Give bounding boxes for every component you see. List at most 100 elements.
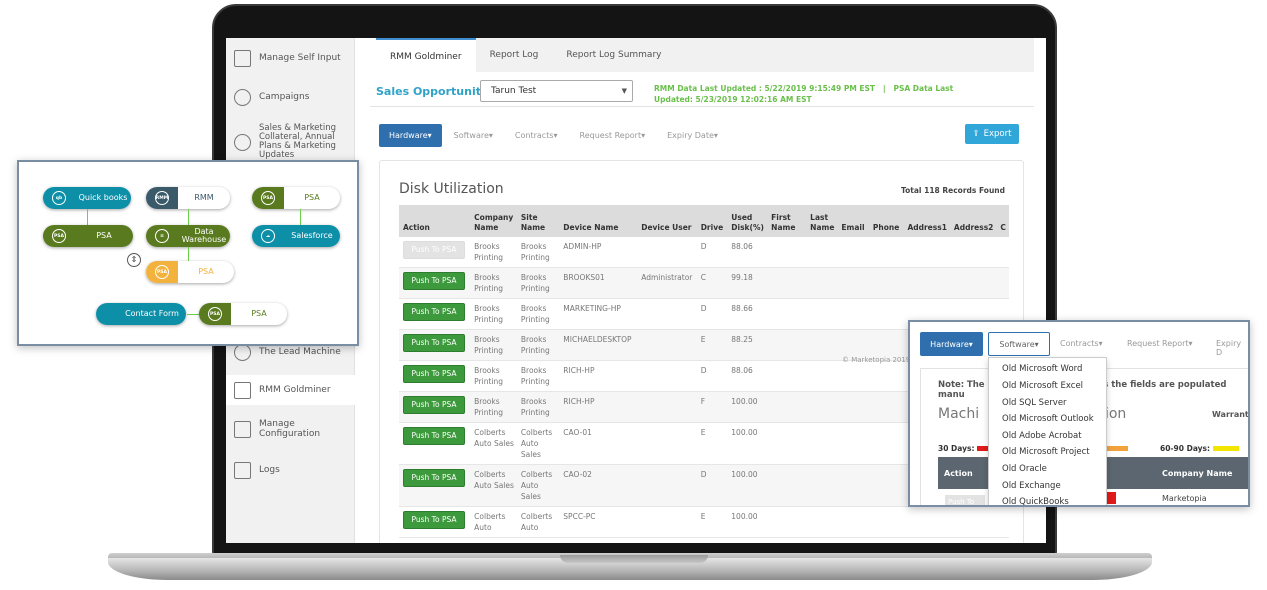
address1-cell <box>903 506 950 538</box>
last-name-cell <box>806 464 838 507</box>
col-header[interactable]: Device Name <box>559 205 638 237</box>
sidebar-item-rmm-goldminer[interactable]: RMM Goldminer <box>226 375 355 405</box>
tab-report-log-summary[interactable]: Report Log Summary <box>552 38 675 72</box>
dropdown-item[interactable]: Old Microsoft Outlook <box>1002 414 1094 424</box>
col-header[interactable]: Address1 <box>903 205 950 237</box>
filter-software[interactable]: Software▾ <box>444 124 503 147</box>
sidebar-item-manage-self-input[interactable]: Manage Self Input <box>226 46 355 70</box>
push-to-psa-button[interactable]: Push To PSA <box>403 272 465 290</box>
col-header[interactable]: C <box>996 205 1009 237</box>
address2-cell <box>949 506 997 538</box>
filter-software[interactable]: Software▾ <box>988 332 1050 356</box>
psa-icon: PSA <box>261 191 275 205</box>
filter-hardware[interactable]: Hardware▾ <box>920 332 983 356</box>
col-header[interactable]: Device User <box>637 205 697 237</box>
device-cell: CAO-01 <box>559 422 638 465</box>
col-header[interactable]: Used Disk(%) <box>727 205 768 237</box>
phone-cell <box>868 506 904 538</box>
quickbooks-icon: qb <box>52 191 66 205</box>
dropdown-item[interactable]: Old QuickBooks <box>1002 497 1069 505</box>
sidebar-item-label: Manage Self Input <box>259 53 341 63</box>
site-cell: Brooks Printing <box>516 237 560 268</box>
title-start: Machi <box>938 406 980 422</box>
sidebar-item-label: Sales & Marketing Collateral, Annual Pla… <box>259 123 337 160</box>
push-to-psa-button[interactable]: Push To PSA <box>403 334 465 352</box>
sidebar-item-manage-configuration[interactable]: Manage Configuration <box>226 418 355 440</box>
address1-cell <box>903 267 950 299</box>
company-cell: Colberts Auto <box>470 506 517 538</box>
address2-cell <box>949 237 997 268</box>
dropdown-item[interactable]: Old Microsoft Excel <box>1002 381 1083 391</box>
push-to-psa-button[interactable]: Push To PSA <box>403 396 465 414</box>
sidebar-item-sales-marketing[interactable]: Sales & Marketing Collateral, Annual Pla… <box>226 124 355 160</box>
table-row: Push To PSA Brooks Printing Brooks Printin… <box>399 237 1009 268</box>
device-cell: RICH-HP <box>559 360 638 392</box>
push-to-psa-button[interactable]: Push To PSA <box>403 469 465 487</box>
dropdown-item[interactable]: Old SQL Server <box>1002 398 1067 408</box>
device-cell: BROOKS01 <box>559 267 638 299</box>
flow-node-label: PSA <box>304 193 320 202</box>
col-header[interactable]: Action <box>399 205 471 237</box>
last-name-cell <box>806 237 838 268</box>
site-cell: Brooks Printing <box>516 329 560 361</box>
user-cell <box>637 237 697 268</box>
filter-hardware[interactable]: Hardware▾ <box>379 124 442 147</box>
user-cell <box>637 329 697 361</box>
push-to-psa-button[interactable]: Push To PSA <box>403 427 465 445</box>
chevron-down-icon: ▼ <box>621 87 627 95</box>
company-cell: Brooks Printing <box>470 298 517 330</box>
first-name-cell <box>767 422 807 465</box>
export-icon: ⇪ <box>972 129 980 139</box>
flow-node-label: Salesforce <box>284 225 340 247</box>
col-header[interactable]: Phone <box>868 205 904 237</box>
filter-contracts[interactable]: Contracts▾ <box>1060 339 1103 348</box>
dropdown-item[interactable]: Old Adobe Acrobat <box>1002 431 1082 441</box>
flow-node-label: RMM <box>194 193 214 202</box>
dropdown-item[interactable]: Old Microsoft Project <box>1002 447 1090 457</box>
legend-30-days: 30 Days: <box>938 444 996 453</box>
col-header-company[interactable]: Company Name <box>1162 469 1232 478</box>
col-header[interactable]: First Name <box>767 205 807 237</box>
legend-orange-bar <box>1106 446 1128 451</box>
filter-expiry-date[interactable]: Expiry Date▾ <box>657 124 728 147</box>
push-to-psa-button[interactable]: Push To PSA <box>403 241 465 259</box>
sidebar-item-campaigns[interactable]: Campaigns <box>226 85 355 109</box>
last-name-cell <box>806 422 838 465</box>
dropdown-item[interactable]: Old Oracle <box>1002 464 1047 474</box>
col-header[interactable]: Company Name <box>470 205 517 237</box>
filter-request-report[interactable]: Request Report▾ <box>570 124 656 147</box>
export-button[interactable]: ⇪ Export <box>965 124 1019 144</box>
push-to-psa-button[interactable]: Push To PSA <box>403 303 465 321</box>
push-button-disabled[interactable]: Push To <box>945 495 985 505</box>
client-select[interactable]: Tarun Test ▼ <box>480 80 633 102</box>
psa-icon: PSA <box>208 307 222 321</box>
filter-expiry-date[interactable]: Expiry D <box>1216 339 1248 357</box>
col-header-action[interactable]: Action <box>944 469 973 478</box>
first-name-cell <box>767 329 807 361</box>
tab-report-log[interactable]: Report Log <box>476 38 553 72</box>
filter-contracts[interactable]: Contracts▾ <box>505 124 568 147</box>
config-list-icon <box>234 420 251 438</box>
used-cell: 88.25 <box>727 329 768 361</box>
dropdown-item[interactable]: Old Exchange <box>1002 481 1061 491</box>
push-to-psa-button[interactable]: Push To PSA <box>403 511 465 529</box>
col-header[interactable]: Email <box>837 205 869 237</box>
flow-arrow <box>187 314 199 315</box>
push-to-psa-button[interactable]: Push To PSA <box>403 365 465 383</box>
user-cell <box>637 506 697 538</box>
tab-rmm-goldminer[interactable]: RMM Goldminer <box>376 38 476 72</box>
first-name-cell <box>767 237 807 268</box>
col-header[interactable]: Address2 <box>949 205 997 237</box>
filter-bar: Hardware▾ Software▾ Contracts▾ Request R… <box>379 124 728 147</box>
col-header[interactable]: Drive <box>696 205 728 237</box>
flow-node-contact-form: Contact Form <box>96 303 186 325</box>
filter-request-report[interactable]: Request Report▾ <box>1127 339 1193 348</box>
col-header[interactable]: Last Name <box>806 205 838 237</box>
device-cell: MICHAELDESKTOP <box>559 329 638 361</box>
dropdown-item[interactable]: Old Microsoft Word <box>1002 364 1082 374</box>
client-select-value: Tarun Test <box>491 86 537 96</box>
col-header[interactable]: Site Name <box>516 205 560 237</box>
sidebar-item-logs[interactable]: Logs <box>226 459 355 481</box>
used-cell: 88.06 <box>727 360 768 392</box>
site-cell: Brooks Printing <box>516 360 560 392</box>
